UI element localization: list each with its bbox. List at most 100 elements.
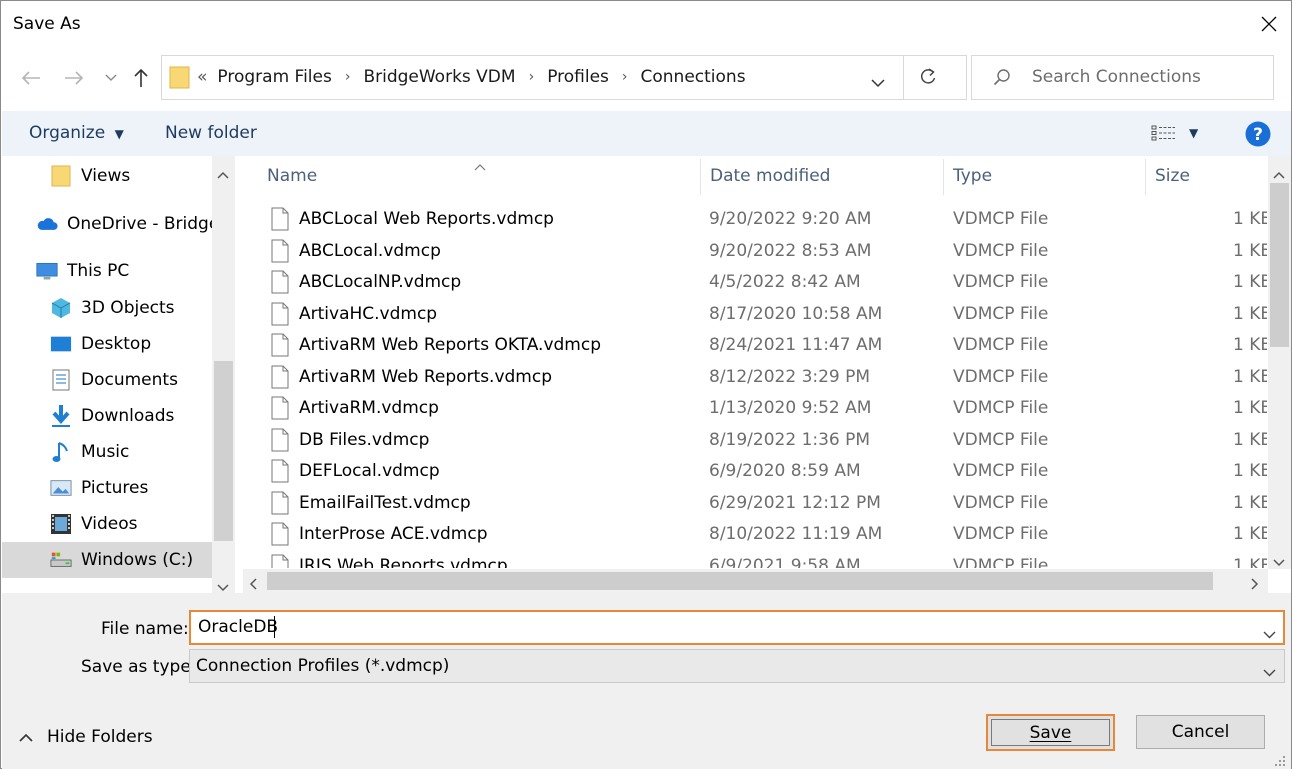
nav-item-label: 3D Objects — [81, 298, 175, 318]
scroll-right-button[interactable] — [1251, 575, 1259, 595]
chevron-right-icon: › — [528, 69, 535, 85]
file-name: InterProse ACE.vdmcp — [299, 524, 488, 544]
breadcrumb-item[interactable]: Program Files — [217, 67, 331, 87]
scroll-down-button[interactable] — [1273, 552, 1285, 572]
close-icon — [1261, 16, 1277, 32]
file-row[interactable]: DEFLocal.vdmcp 6/9/2020 8:59 AM VDMCP File… — [243, 456, 1267, 487]
file-date: 8/19/2022 1:36 PM — [709, 429, 871, 450]
caret-down-icon[interactable]: ▼ — [1189, 126, 1198, 140]
forward-button[interactable] — [61, 65, 87, 91]
file-icon — [271, 365, 289, 394]
file-name-input[interactable]: OracleDB — [198, 617, 278, 637]
file-list-scroll-thumb[interactable] — [1270, 183, 1289, 347]
file-date: 6/29/2021 12:12 PM — [709, 492, 881, 513]
file-icon — [271, 302, 289, 331]
address-divider — [903, 55, 904, 100]
nav-item-3d-objects[interactable]: 3D Objects — [2, 290, 212, 326]
file-name-dropdown-button[interactable] — [1263, 624, 1276, 644]
up-button[interactable] — [128, 65, 154, 91]
navigation-pane: Views OneDrive - Bridge This PC 3D Objec… — [2, 156, 235, 593]
chevron-down-icon — [1263, 669, 1276, 677]
file-row[interactable]: ABCLocal.vdmcp 9/20/2022 8:53 AM VDMCP Fil… — [243, 236, 1267, 267]
hide-folders-button[interactable]: Hide Folders — [19, 727, 153, 747]
resize-grip-icon[interactable] — [1273, 753, 1287, 769]
column-header-type[interactable]: Type — [953, 166, 992, 186]
organize-menu[interactable]: Organize ▼ — [29, 123, 124, 143]
scroll-up-button[interactable] — [217, 164, 229, 184]
breadcrumb-overflow[interactable]: « — [197, 67, 207, 87]
file-row[interactable]: ABCLocalNP.vdmcp 4/5/2022 8:42 AM VDMCP Fi… — [243, 267, 1267, 298]
breadcrumb-item[interactable]: Connections — [641, 67, 746, 87]
file-type: VDMCP File — [953, 272, 1049, 292]
column-header-date[interactable]: Date modified — [710, 166, 830, 186]
save-type-dropdown-button[interactable] — [1263, 662, 1276, 682]
address-dropdown-button[interactable] — [871, 73, 885, 93]
column-divider[interactable] — [700, 159, 701, 195]
file-list-hscroll-thumb[interactable] — [267, 572, 1213, 590]
nav-item-music[interactable]: Music — [2, 434, 212, 470]
back-button[interactable] — [18, 65, 44, 91]
nav-item-pictures[interactable]: Pictures — [2, 470, 212, 506]
recent-locations-button[interactable] — [98, 65, 124, 91]
file-size: 1 KB — [1233, 555, 1267, 569]
file-row[interactable]: ArtivaRM Web Reports OKTA.vdmcp 8/24/2021… — [243, 330, 1267, 361]
cancel-button[interactable]: Cancel — [1136, 715, 1265, 749]
file-size: 1 KB — [1233, 524, 1267, 544]
column-divider[interactable] — [1145, 159, 1146, 195]
nav-item-videos[interactable]: Videos — [2, 506, 212, 542]
column-header-size[interactable]: Size — [1155, 166, 1190, 186]
file-name: ArtivaRM Web Reports.vdmcp — [299, 366, 552, 387]
nav-pane-scroll-thumb[interactable] — [214, 361, 233, 541]
file-row[interactable]: InterProse ACE.vdmcp 8/10/2022 11:19 AM VD… — [243, 519, 1267, 550]
view-options-button[interactable] — [1151, 125, 1177, 146]
file-date: 4/5/2022 8:42 AM — [709, 272, 861, 292]
new-folder-button[interactable]: New folder — [165, 123, 257, 143]
file-row[interactable]: ArtivaRM Web Reports.vdmcp 8/12/2022 3:29… — [243, 362, 1267, 393]
nav-item-desktop[interactable]: Desktop — [2, 326, 212, 362]
file-row[interactable]: ABCLocal Web Reports.vdmcp 9/20/2022 9:20… — [243, 204, 1267, 235]
nav-item-documents[interactable]: Documents — [2, 362, 212, 398]
file-name-field[interactable] — [189, 610, 1285, 645]
help-button[interactable]: ? — [1245, 121, 1271, 152]
refresh-button[interactable] — [919, 68, 937, 91]
folder-icon — [50, 165, 72, 187]
file-date: 8/12/2022 3:29 PM — [709, 366, 871, 387]
file-row[interactable]: ArtivaHC.vdmcp 8/17/2020 10:58 AM VDMCP Fi… — [243, 299, 1267, 330]
file-date: 9/20/2022 9:20 AM — [709, 209, 872, 229]
scroll-left-button[interactable] — [249, 575, 257, 595]
nav-item-this-pc[interactable]: This PC — [2, 253, 212, 289]
nav-item-label: This PC — [67, 261, 130, 281]
nav-item-windows-c[interactable]: Windows (C:) — [2, 542, 212, 578]
sort-ascending-icon — [474, 156, 486, 176]
save-button[interactable]: Save — [986, 714, 1115, 751]
music-icon — [50, 441, 72, 463]
search-input[interactable]: Search Connections — [1032, 67, 1201, 87]
cube-icon — [50, 297, 72, 319]
scroll-up-button[interactable] — [1273, 164, 1285, 184]
save-button-label: Save — [1029, 722, 1072, 743]
nav-item-label: Views — [81, 166, 131, 186]
details-view-icon — [1151, 125, 1175, 141]
file-size: 1 KB — [1233, 366, 1267, 387]
organize-label: Organize — [29, 123, 106, 143]
nav-item-downloads[interactable]: Downloads — [2, 398, 212, 434]
column-header-name[interactable]: Name — [267, 166, 317, 186]
nav-item-views[interactable]: Views — [2, 158, 212, 194]
breadcrumb-item[interactable]: Profiles — [547, 67, 609, 87]
file-row[interactable]: IRIS Web Reports.vdmcp 6/9/2021 9:58 AM VD… — [243, 551, 1267, 569]
file-date: 8/17/2020 10:58 AM — [709, 303, 883, 324]
column-divider[interactable] — [943, 159, 944, 195]
file-row[interactable]: ArtivaRM.vdmcp 1/13/2020 9:52 AM VDMCP Fil… — [243, 393, 1267, 424]
file-row[interactable]: DB Files.vdmcp 8/19/2022 1:36 PM VDMCP Fil… — [243, 425, 1267, 456]
breadcrumb-item[interactable]: BridgeWorks VDM — [363, 67, 515, 87]
nav-item-onedrive[interactable]: OneDrive - Bridge — [2, 206, 219, 242]
chevron-up-icon — [19, 733, 33, 742]
file-size: 1 KB — [1233, 492, 1267, 513]
file-size: 1 KB — [1233, 240, 1267, 261]
file-type: VDMCP File — [953, 209, 1049, 229]
file-type: VDMCP File — [953, 335, 1049, 355]
file-row[interactable]: EmailFailTest.vdmcp 6/29/2021 12:12 PM VDM… — [243, 488, 1267, 519]
refresh-icon — [920, 68, 936, 84]
chevron-down-icon — [871, 79, 885, 88]
close-button[interactable] — [1251, 7, 1287, 41]
